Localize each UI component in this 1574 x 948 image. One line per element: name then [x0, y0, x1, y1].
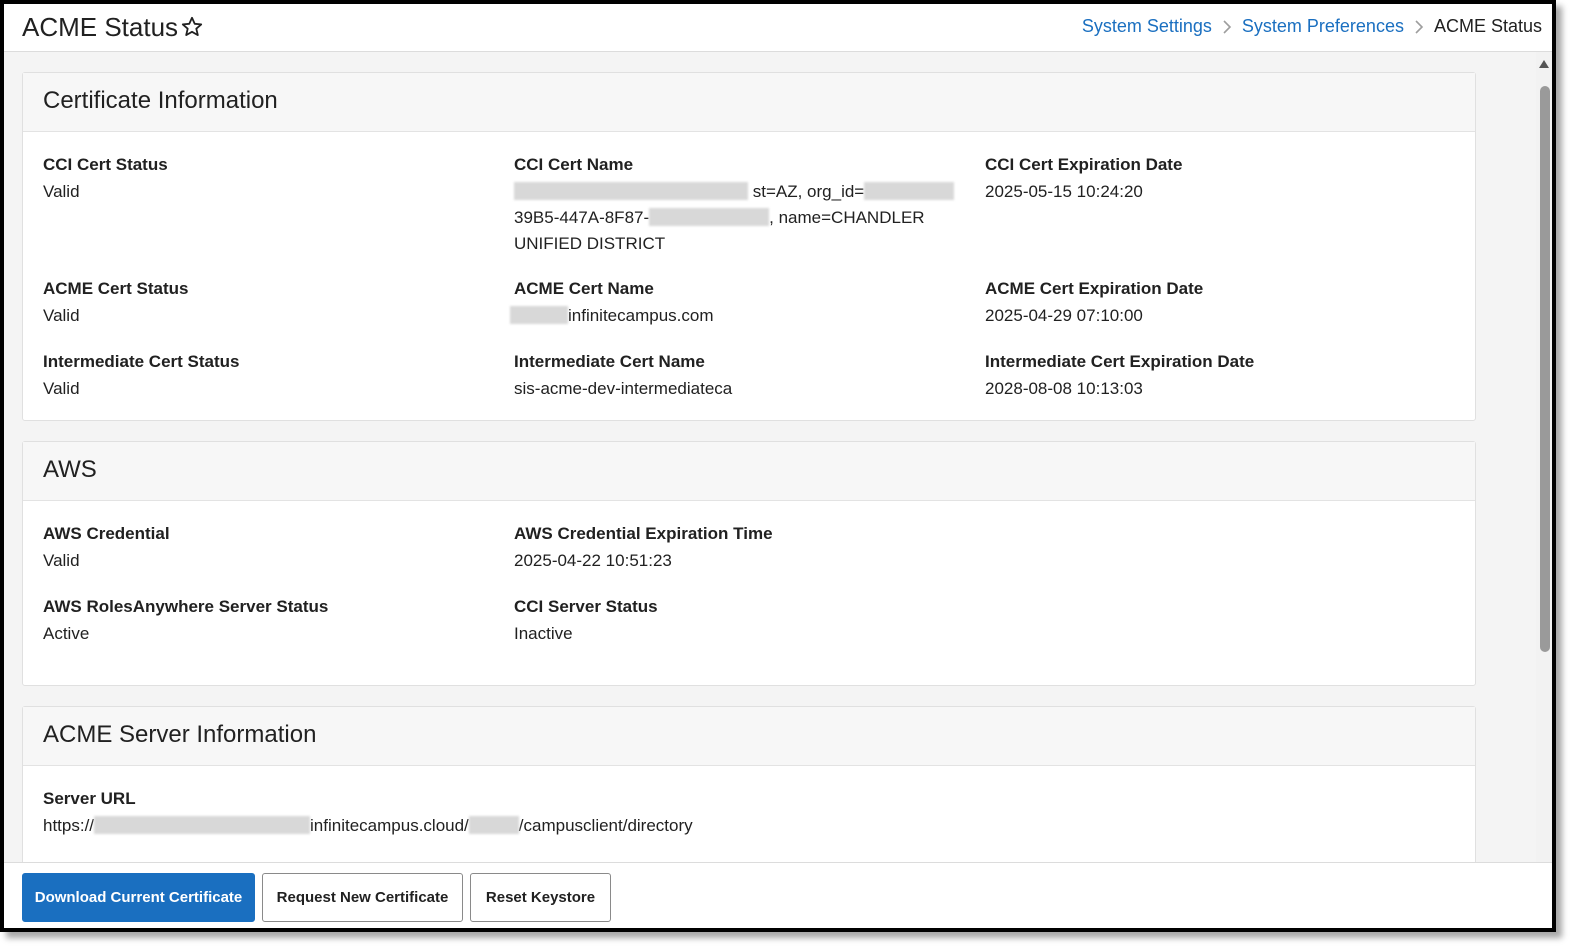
chevron-right-icon: [1223, 19, 1232, 34]
cci-cert-status: CCI Cert Status Valid: [43, 153, 493, 205]
intermediate-cert-status: Intermediate Cert Status Valid: [43, 350, 493, 402]
field-label: Intermediate Cert Expiration Date: [985, 352, 1255, 371]
field-value: 2025-05-15 10:24:20: [985, 182, 1143, 201]
field-label: ACME Cert Name: [514, 279, 654, 298]
chevron-right-icon: [1415, 19, 1424, 34]
redacted-text: [510, 306, 568, 324]
acme-name-value: infinitecampus.com: [568, 306, 714, 325]
field-label: CCI Cert Expiration Date: [985, 155, 1183, 174]
scroll-content: Certificate Information CCI Cert Status …: [4, 52, 1532, 862]
reset-keystore-button[interactable]: Reset Keystore: [470, 873, 611, 922]
acme-cert-status: ACME Cert Status Valid: [43, 277, 493, 329]
aws-credential-expiration: AWS Credential Expiration Time 2025-04-2…: [514, 522, 964, 574]
field-value: 2028-08-08 10:13:03: [985, 379, 1143, 398]
aws-panel-title: AWS: [23, 442, 1475, 501]
field-value: Valid: [43, 551, 80, 570]
field-value: infinitecampus.com: [510, 303, 964, 329]
field-label: CCI Server Status: [514, 597, 658, 616]
app-window: ACME Status System Settings System Prefe…: [0, 0, 1556, 932]
page-header: ACME Status System Settings System Prefe…: [4, 4, 1552, 52]
field-label: Intermediate Cert Name: [514, 352, 705, 371]
page-title: ACME Status: [22, 12, 179, 42]
download-certificate-button[interactable]: Download Current Certificate: [22, 873, 255, 922]
redacted-text: [468, 816, 519, 834]
cci-cert-expiration: CCI Cert Expiration Date 2025-05-15 10:2…: [985, 153, 1435, 205]
scrollbar-thumb[interactable]: [1540, 86, 1550, 652]
url-part3: /campusclient/directory: [518, 816, 693, 835]
scroll-up-arrow-icon[interactable]: [1539, 60, 1549, 68]
redacted-text: [649, 208, 770, 226]
field-value: Valid: [43, 182, 80, 201]
field-value: Valid: [43, 306, 80, 325]
field-label: AWS RolesAnywhere Server Status: [43, 597, 329, 616]
acme-cert-expiration: ACME Cert Expiration Date 2025-04-29 07:…: [985, 277, 1435, 329]
intermediate-cert-name: Intermediate Cert Name sis-acme-dev-inte…: [514, 350, 964, 402]
breadcrumb-current: ACME Status: [1433, 16, 1542, 36]
field-label: Server URL: [43, 789, 136, 808]
field-label: AWS Credential Expiration Time: [514, 524, 773, 543]
server-url: Server URL https:// infinitecampus.cloud/…: [43, 787, 943, 839]
action-bar: Download Current Certificate Request New…: [4, 862, 1552, 928]
breadcrumb-system-settings[interactable]: System Settings: [1082, 16, 1212, 37]
cci-name-part1: st=AZ, org_id=: [752, 182, 865, 201]
aws-credential: AWS Credential Valid: [43, 522, 493, 574]
breadcrumb-system-preferences[interactable]: System Preferences: [1242, 16, 1404, 37]
field-label: ACME Cert Status: [43, 279, 189, 298]
cci-name-part4: UNIFIED DISTRICT: [514, 234, 666, 253]
acme-server-panel-title: ACME Server Information: [23, 707, 1475, 766]
acme-cert-name: ACME Cert Name infinitecampus.com: [510, 277, 964, 329]
field-value: st=AZ, org_id= 39B5-447A-8F87- , name=CHA…: [514, 179, 964, 257]
field-label: AWS Credential: [43, 524, 170, 543]
cci-name-part3: , name=CHANDLER: [769, 208, 925, 227]
star-icon[interactable]: [180, 15, 204, 39]
redacted-text: [864, 182, 955, 200]
request-certificate-button[interactable]: Request New Certificate: [262, 873, 463, 922]
field-value: https:// infinitecampus.cloud/ /campusclie…: [43, 813, 943, 839]
field-label: ACME Cert Expiration Date: [985, 279, 1204, 298]
field-value: Valid: [43, 379, 80, 398]
certificate-panel-title: Certificate Information: [23, 73, 1475, 132]
cci-server-status: CCI Server Status Inactive: [514, 595, 964, 647]
field-value: sis-acme-dev-intermediateca: [514, 379, 733, 398]
url-part2: infinitecampus.cloud/: [310, 816, 469, 835]
field-label: Intermediate Cert Status: [43, 352, 240, 371]
aws-rolesanywhere-status: AWS RolesAnywhere Server Status Active: [43, 595, 493, 647]
aws-panel: AWS AWS Credential Valid AWS Credential …: [22, 441, 1476, 686]
url-part1: https://: [43, 816, 95, 835]
cci-name-part2: 39B5-447A-8F87-: [514, 208, 650, 227]
field-label: CCI Cert Status: [43, 155, 168, 174]
intermediate-cert-expiration: Intermediate Cert Expiration Date 2028-0…: [985, 350, 1435, 402]
field-value: 2025-04-22 10:51:23: [514, 551, 672, 570]
field-value: Active: [43, 624, 90, 643]
certificate-panel: Certificate Information CCI Cert Status …: [22, 72, 1476, 421]
field-value: Inactive: [514, 624, 573, 643]
cci-cert-name: CCI Cert Name st=AZ, org_id= 39B5-447A-8…: [514, 153, 964, 257]
field-label: CCI Cert Name: [514, 155, 634, 174]
redacted-text: [94, 816, 311, 834]
breadcrumb: System Settings System Preferences ACME …: [1082, 16, 1542, 37]
redacted-text: [514, 182, 748, 200]
field-value: 2025-04-29 07:10:00: [985, 306, 1143, 325]
acme-server-panel: ACME Server Information Server URL https…: [22, 706, 1476, 862]
